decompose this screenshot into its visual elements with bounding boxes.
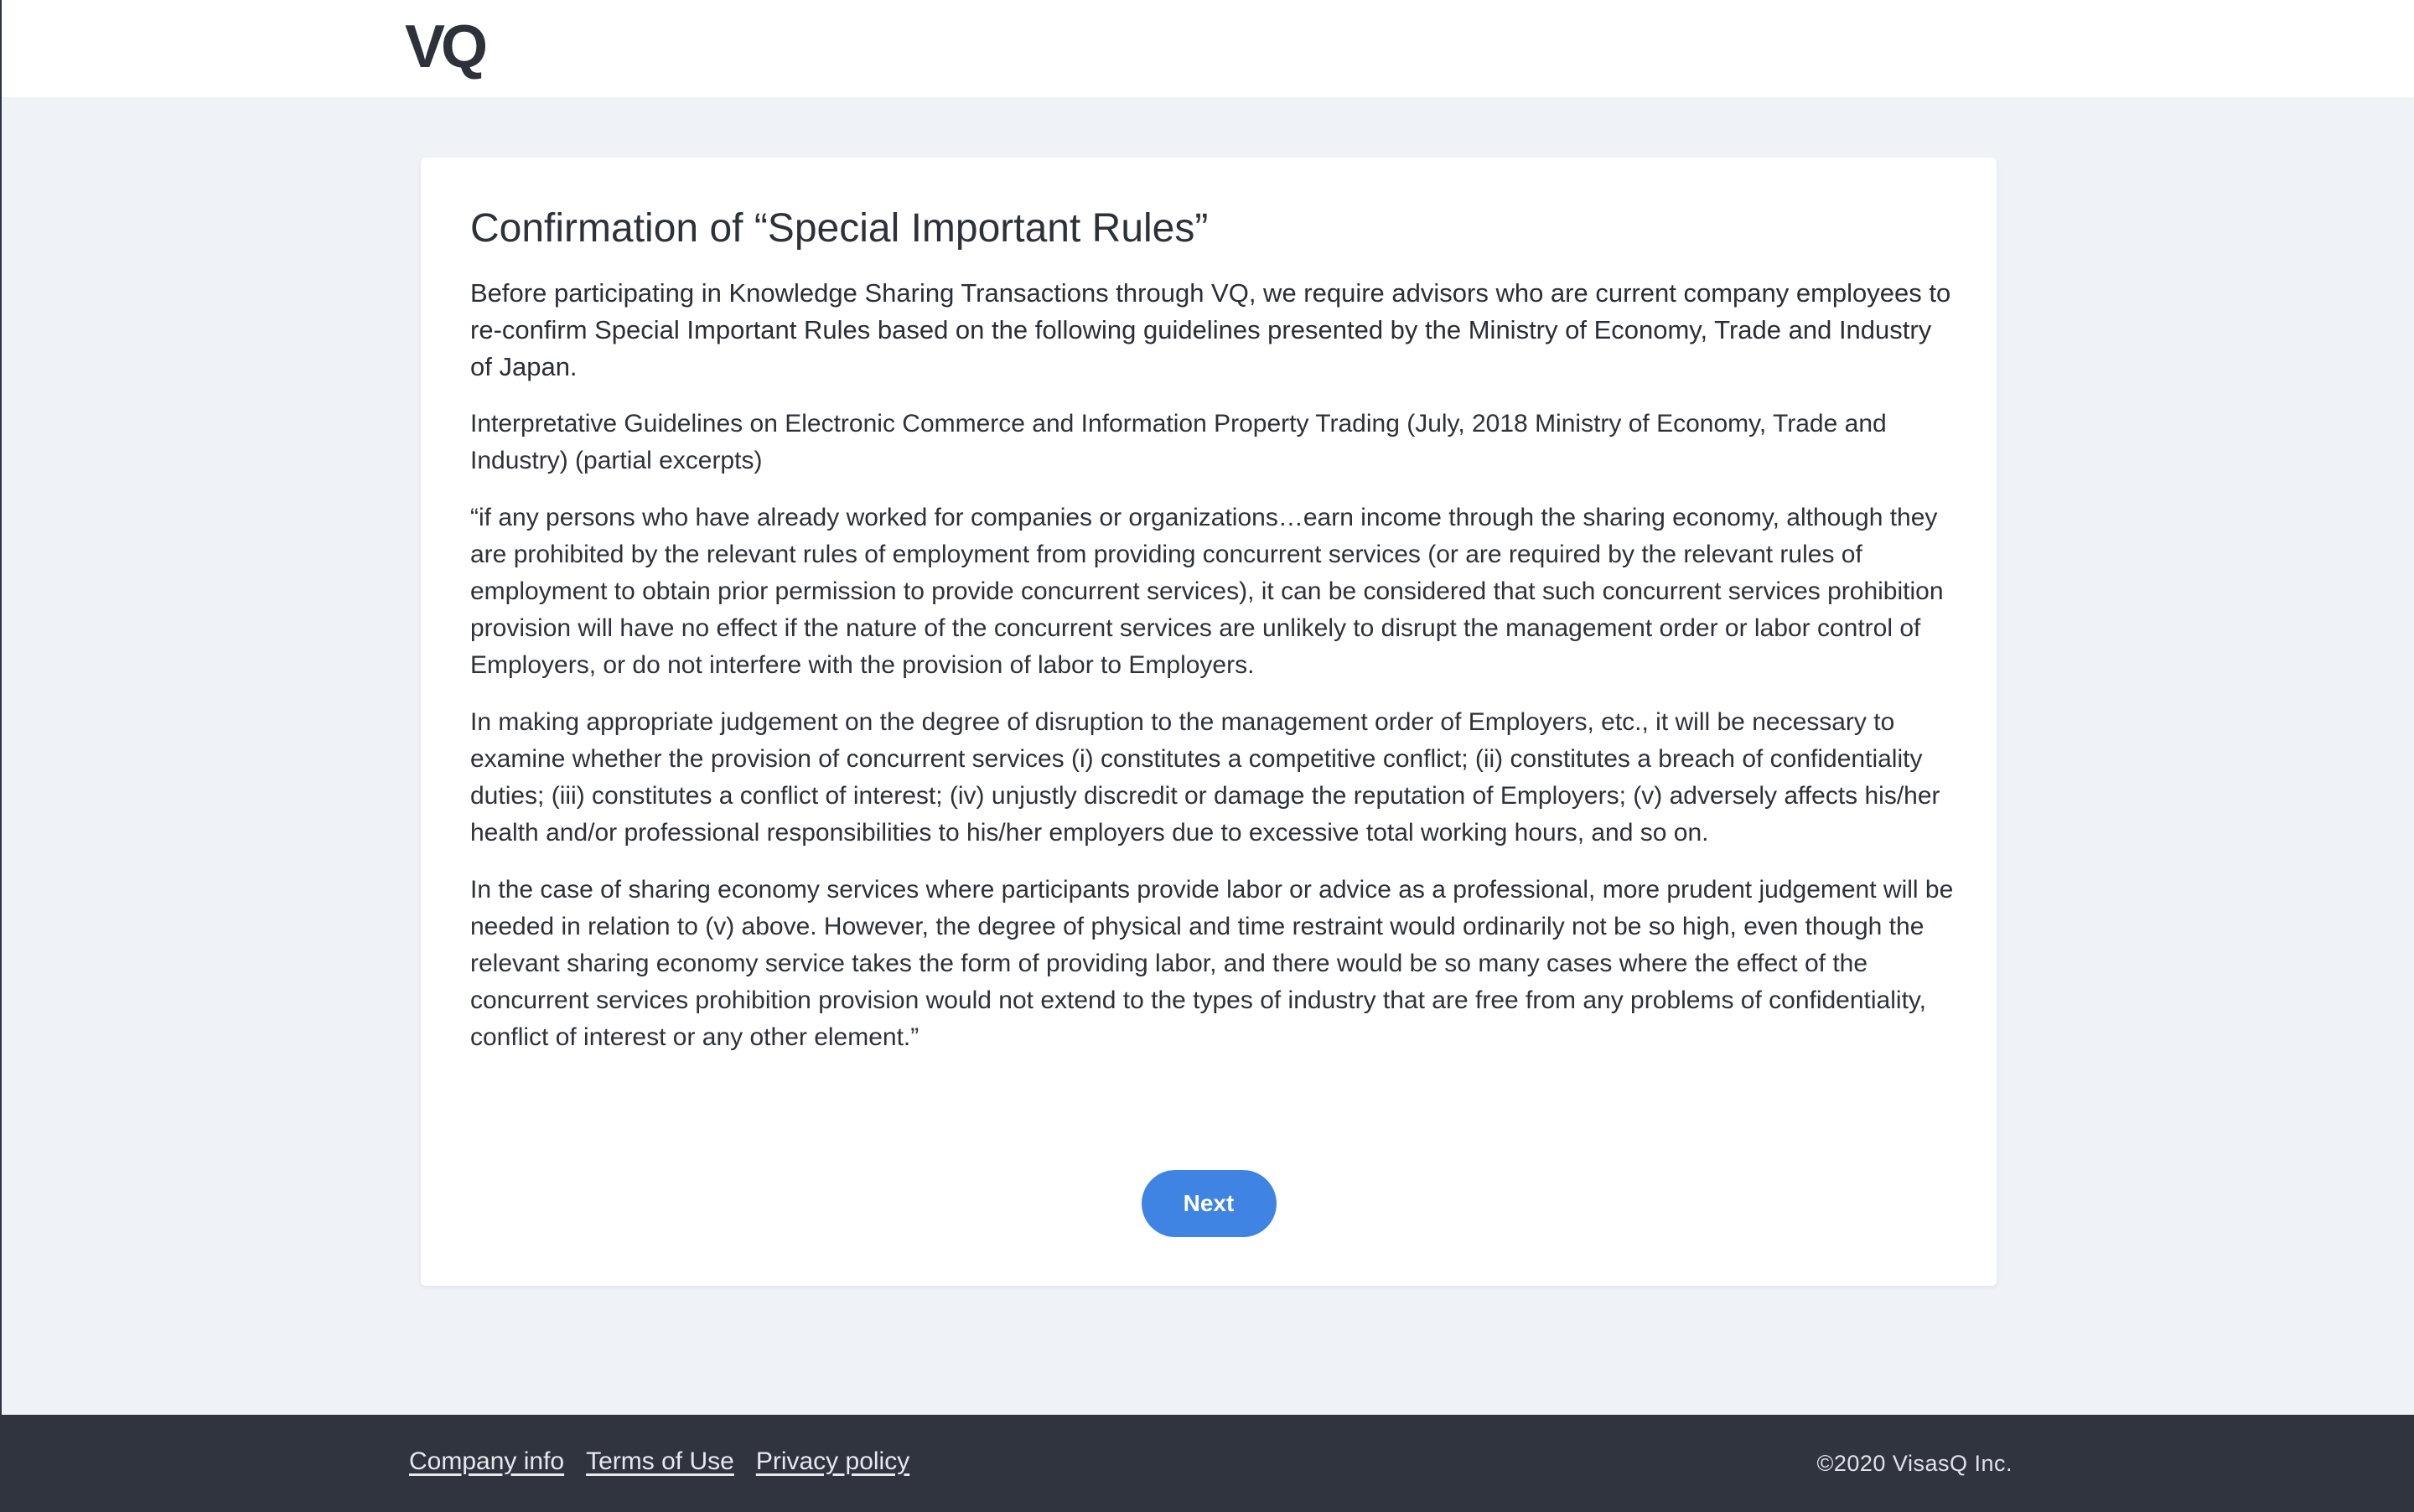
rules-card: Confirmation of “Special Important Rules… <box>421 158 1997 1286</box>
next-button[interactable]: Next <box>1141 1170 1277 1237</box>
copyright-text: ©2020 VisasQ Inc. <box>1816 1451 2013 1476</box>
guideline-excerpt-paragraph-1: “if any persons who have already worked … <box>470 504 1944 679</box>
window-left-border <box>0 0 2 1512</box>
vq-logo[interactable]: VQ <box>405 13 488 80</box>
page-footer: Company info Terms of Use Privacy policy… <box>2 1415 2414 1512</box>
guideline-excerpt-paragraph-2: In making appropriate judgement on the d… <box>470 708 1940 847</box>
footer-links: Company info Terms of Use Privacy policy <box>409 1445 909 1478</box>
rules-content: Confirmation of “Special Important Rules… <box>470 201 1954 1056</box>
top-header: VQ <box>2 0 2414 97</box>
guideline-excerpt-paragraph-3: In the case of sharing economy services … <box>470 876 1954 1051</box>
next-button-container: Next <box>421 1170 1997 1237</box>
privacy-policy-link[interactable]: Privacy policy <box>756 1445 909 1478</box>
guidelines-source-paragraph: Interpretative Guidelines on Electronic … <box>470 410 1887 474</box>
page-title: Confirmation of “Special Important Rules… <box>470 206 1209 251</box>
intro-paragraph: Before participating in Knowledge Sharin… <box>470 278 1951 381</box>
company-info-link[interactable]: Company info <box>409 1445 564 1478</box>
terms-of-use-link[interactable]: Terms of Use <box>586 1445 734 1478</box>
